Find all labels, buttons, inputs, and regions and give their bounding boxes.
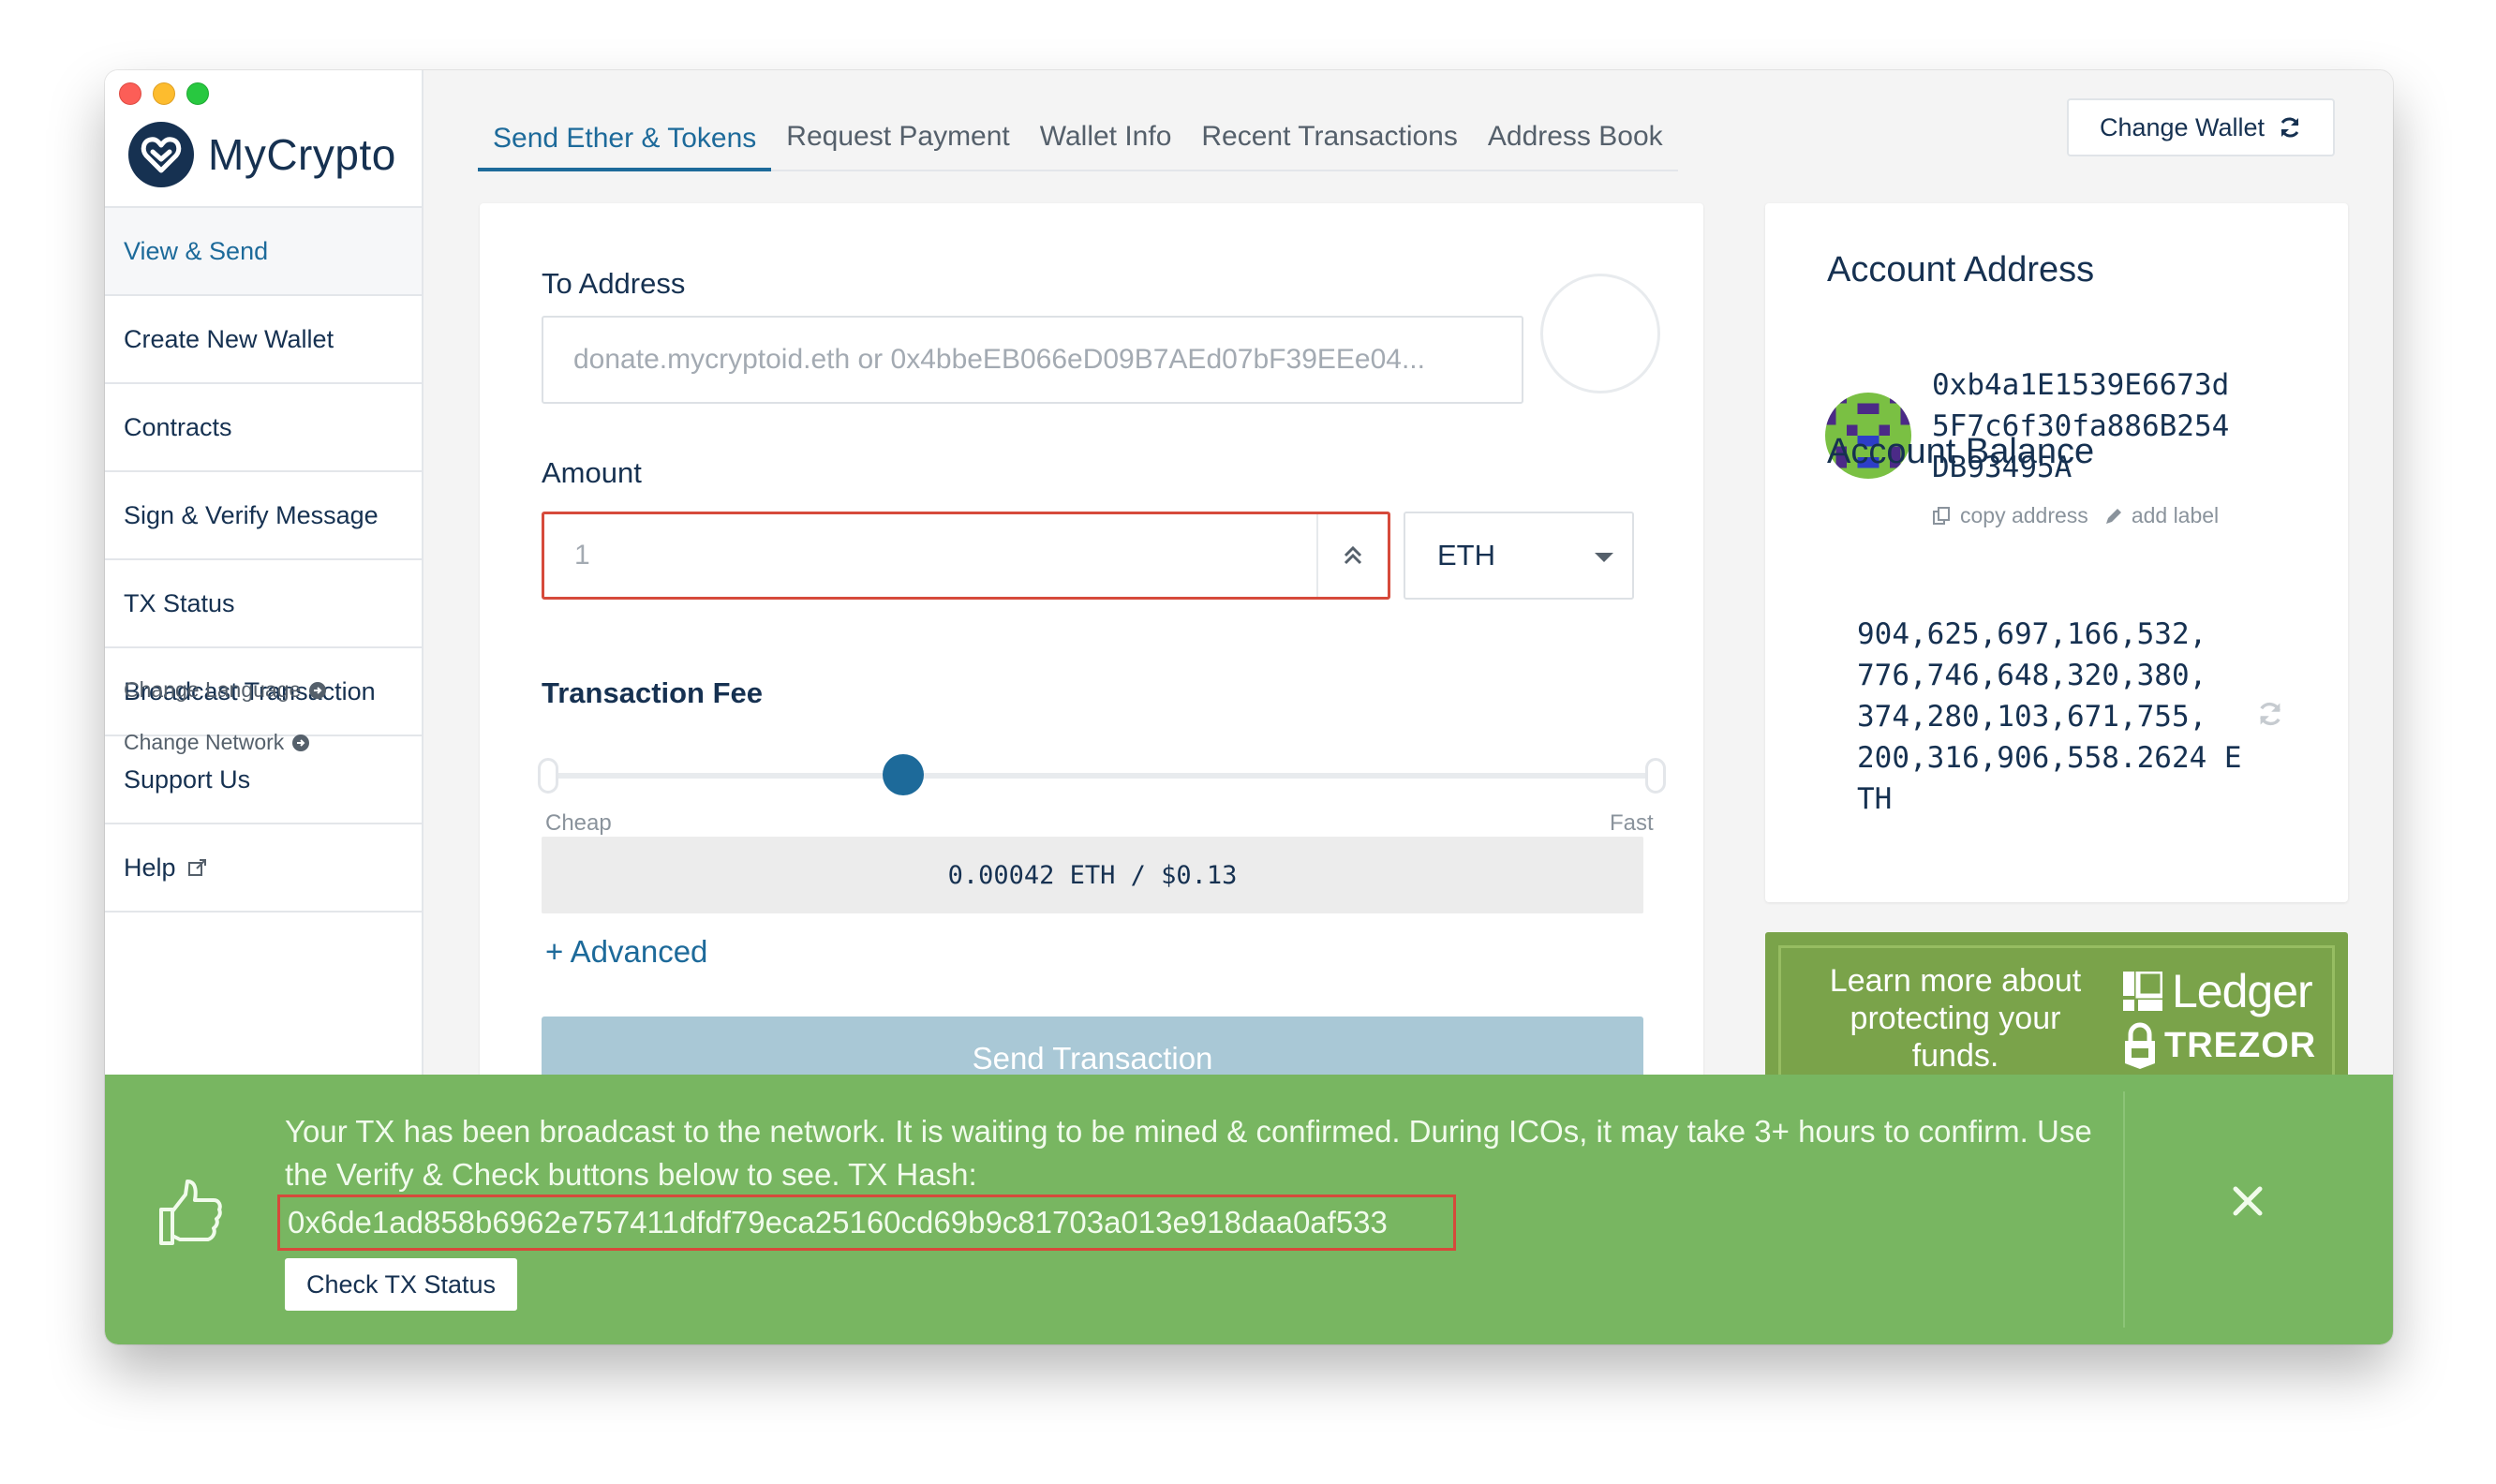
fee-summary: 0.00042 ETH / $0.13 xyxy=(542,837,1643,913)
close-icon[interactable] xyxy=(2232,1185,2264,1217)
sidebar-item-label: TX Status xyxy=(124,588,235,617)
minimize-window-button[interactable] xyxy=(153,82,175,105)
fee-fast-label: Fast xyxy=(1610,810,1654,836)
logo[interactable]: MyCrypto xyxy=(128,122,396,187)
check-tx-status-button[interactable]: Check TX Status xyxy=(285,1258,517,1311)
app-window: MyCrypto View & Send Create New Wallet C… xyxy=(105,70,2393,1344)
sidebar-item-view-send[interactable]: View & Send xyxy=(105,208,422,296)
ledger-logo: Ledger xyxy=(2123,964,2313,1018)
promo-text: Learn more about protecting your funds. xyxy=(1829,963,2082,1074)
notification-message: Your TX has been broadcast to the networ… xyxy=(285,1114,2092,1192)
unit-dropdown[interactable]: ETH xyxy=(1404,512,1634,600)
check-tx-status-label: Check TX Status xyxy=(305,1269,497,1298)
recipient-identicon xyxy=(1540,274,1660,393)
balance-line: 374,280,103,671,755, xyxy=(1857,700,2207,734)
tab-wallet-info[interactable]: Wallet Info xyxy=(1025,121,1187,170)
maximize-window-button[interactable] xyxy=(186,82,209,105)
sidebar-item-help[interactable]: Help xyxy=(105,824,422,913)
external-link-icon xyxy=(187,859,206,876)
sidebar-item-label: View & Send xyxy=(124,236,269,265)
sidebar-item-label: Create New Wallet xyxy=(124,324,334,353)
sidebar-item-label: Contracts xyxy=(124,412,232,441)
window-controls xyxy=(119,82,209,105)
send-form-card: To Address donate.mycryptoid.eth or 0x4b… xyxy=(480,203,1703,1140)
tab-recent-transactions[interactable]: Recent Transactions xyxy=(1186,121,1472,170)
trezor-text: TREZOR xyxy=(2164,1025,2317,1065)
balance-line: 776,746,648,320,380, xyxy=(1857,659,2207,692)
trezor-logo: TREZOR xyxy=(2123,1022,2316,1069)
account-balance-title: Account Balance xyxy=(1827,432,2095,471)
sidebar-item-sign-verify[interactable]: Sign & Verify Message xyxy=(105,472,422,560)
sidebar-item-label: Support Us xyxy=(124,764,251,794)
mycrypto-logo-icon xyxy=(128,122,194,187)
change-wallet-label: Change Wallet xyxy=(2099,112,2266,141)
add-label-link[interactable]: add label xyxy=(2132,503,2219,528)
logo-text: MyCrypto xyxy=(208,130,396,179)
success-notification: Your TX has been broadcast to the networ… xyxy=(105,1075,2393,1344)
tab-send-ether-tokens[interactable]: Send Ether & Tokens xyxy=(478,123,772,171)
double-chevron-up-icon xyxy=(1344,545,1362,565)
send-everything-button[interactable] xyxy=(1316,514,1388,597)
trezor-lock-icon xyxy=(2125,1022,2155,1069)
tab-bar: Send Ether & Tokens Request Payment Wall… xyxy=(478,106,1678,171)
thumbs-up-icon xyxy=(159,1180,222,1245)
fee-slider-handle[interactable] xyxy=(882,754,924,795)
sidebar-item-create-wallet[interactable]: Create New Wallet xyxy=(105,296,422,384)
arrow-circle-right-icon xyxy=(309,681,327,699)
account-address-title: Account Address xyxy=(1827,250,2095,289)
amount-value: 1 xyxy=(574,540,590,571)
sidebar-item-label: Help xyxy=(124,853,176,882)
amount-input[interactable]: 1 xyxy=(542,512,1390,600)
transaction-fee-label: Transaction Fee xyxy=(542,676,764,709)
change-language-label: Change Language xyxy=(124,677,302,702)
change-network-link[interactable]: Change Network xyxy=(124,730,310,755)
to-address-placeholder: donate.mycryptoid.eth or 0x4bbeEB066eD09… xyxy=(573,344,1425,375)
change-language-link[interactable]: Change Language xyxy=(124,677,327,703)
unit-selected-value: ETH xyxy=(1437,539,1495,571)
address-actions: copy address add label xyxy=(1932,503,2219,528)
to-address-label: To Address xyxy=(542,267,686,300)
refresh-icon xyxy=(2281,117,2299,138)
copy-icon xyxy=(1933,506,1950,525)
chevron-down-icon xyxy=(1595,553,1613,562)
change-wallet-button[interactable]: Change Wallet xyxy=(2067,98,2335,156)
advanced-toggle[interactable]: + Advanced xyxy=(545,934,707,970)
balance-line: 200,316,906,558.2624 E xyxy=(1857,741,2242,775)
sidebar-item-contracts[interactable]: Contracts xyxy=(105,384,422,472)
tx-hash[interactable]: 0x6de1ad858b6962e757411dfdf79eca25160cd6… xyxy=(277,1195,1456,1251)
change-network-label: Change Network xyxy=(124,730,285,754)
copy-address-link[interactable]: copy address xyxy=(1960,503,2088,528)
balance-line: TH xyxy=(1857,782,1893,816)
sidebar-nav: View & Send Create New Wallet Contracts … xyxy=(105,206,422,913)
sidebar-item-tx-status[interactable]: TX Status xyxy=(105,560,422,648)
ledger-icon xyxy=(2123,972,2162,1011)
account-balance: 904,625,697,166,532, 776,746,648,320,380,… xyxy=(1857,614,2242,820)
fee-slider-max-cap xyxy=(1645,758,1666,794)
balance-line: 904,625,697,166,532, xyxy=(1857,617,2207,651)
address-line: 0xb4a1E1539E6673d xyxy=(1932,368,2230,402)
tab-address-book[interactable]: Address Book xyxy=(1473,121,1678,170)
pencil-icon xyxy=(2105,508,2121,524)
close-window-button[interactable] xyxy=(119,82,141,105)
tab-request-payment[interactable]: Request Payment xyxy=(771,121,1024,170)
fee-cheap-label: Cheap xyxy=(545,810,612,836)
amount-label: Amount xyxy=(542,456,642,489)
arrow-circle-right-icon xyxy=(292,734,310,751)
account-card: Account Address 0xb4a1E1539E6673d 5F7c6f… xyxy=(1765,203,2348,902)
fee-slider-track[interactable] xyxy=(547,773,1658,779)
notification-divider xyxy=(2123,1091,2125,1328)
ledger-text: Ledger xyxy=(2172,965,2313,1017)
fee-slider-min-cap xyxy=(538,758,558,794)
sidebar-item-label: Sign & Verify Message xyxy=(124,500,379,529)
to-address-input[interactable]: donate.mycryptoid.eth or 0x4bbeEB066eD09… xyxy=(542,316,1523,404)
refresh-balance-icon[interactable] xyxy=(2256,700,2284,728)
